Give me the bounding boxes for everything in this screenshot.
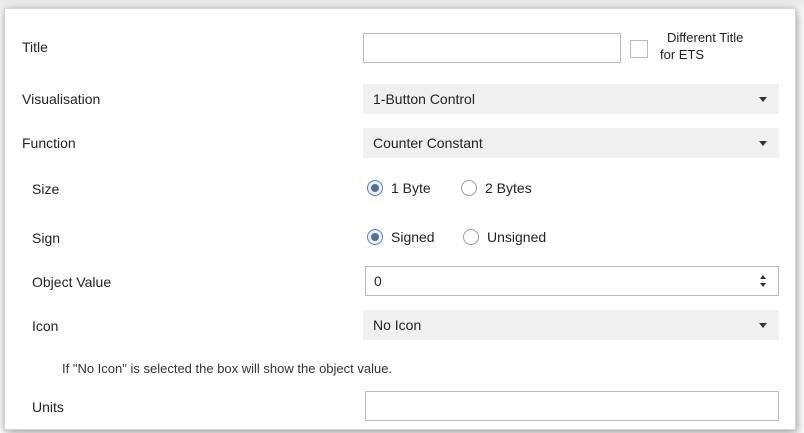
size-2-bytes-label: 2 Bytes xyxy=(485,180,532,196)
visualisation-value: 1-Button Control xyxy=(373,91,475,107)
chevron-down-icon xyxy=(759,323,767,328)
title-label: Title xyxy=(22,39,48,55)
sign-unsigned-label: Unsigned xyxy=(487,229,547,245)
function-value: Counter Constant xyxy=(373,135,483,151)
visualisation-dropdown[interactable]: 1-Button Control xyxy=(363,84,779,114)
object-value-spinbox[interactable]: 0 xyxy=(365,266,779,296)
units-label: Units xyxy=(32,399,64,415)
sign-label: Sign xyxy=(32,230,61,246)
spin-up-icon[interactable] xyxy=(760,275,766,279)
no-icon-note: If "No Icon" is selected the box will sh… xyxy=(62,361,393,376)
different-title-label-line1: Different Title xyxy=(667,30,744,45)
sign-signed-label: Signed xyxy=(391,229,435,245)
spin-down-icon[interactable] xyxy=(760,283,766,287)
units-input[interactable] xyxy=(365,391,779,421)
size-2-bytes-radio[interactable] xyxy=(461,180,477,196)
title-input[interactable] xyxy=(363,33,621,63)
visualisation-label: Visualisation xyxy=(22,91,101,107)
object-value-text: 0 xyxy=(374,273,382,289)
icon-value: No Icon xyxy=(373,317,422,333)
function-label: Function xyxy=(22,135,76,151)
chevron-down-icon xyxy=(759,97,767,102)
icon-dropdown[interactable]: No Icon xyxy=(363,310,779,340)
size-label: Size xyxy=(32,181,60,197)
object-value-label: Object Value xyxy=(32,274,112,290)
size-1-byte-label: 1 Byte xyxy=(391,180,431,196)
different-title-checkbox[interactable] xyxy=(630,40,648,58)
different-title-label-line2: for ETS xyxy=(660,47,705,62)
sign-unsigned-radio[interactable] xyxy=(463,229,479,245)
chevron-down-icon xyxy=(759,141,767,146)
function-dropdown[interactable]: Counter Constant xyxy=(363,128,779,158)
sign-signed-radio[interactable] xyxy=(367,229,383,245)
size-1-byte-radio[interactable] xyxy=(367,180,383,196)
icon-label: Icon xyxy=(32,318,59,334)
